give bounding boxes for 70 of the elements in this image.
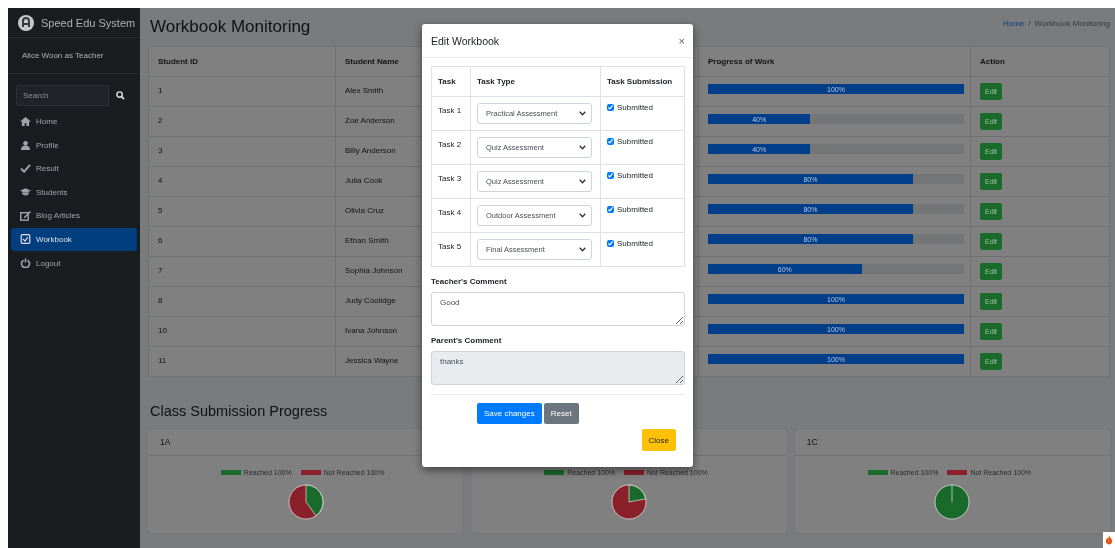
table-cell: Task 3 (432, 165, 471, 198)
nav-item[interactable]: Home (11, 110, 137, 133)
submitted-checkbox[interactable] (607, 206, 614, 213)
column-header: Task Submission (606, 76, 674, 88)
submitted-checkbox[interactable] (607, 172, 614, 179)
table-cell: 7 (149, 257, 336, 286)
save-button[interactable]: Save changes (477, 403, 542, 424)
table-cell: 2 (149, 107, 336, 136)
checkbox-icon (20, 234, 31, 245)
submitted-checkbox[interactable] (607, 240, 614, 247)
logo-icon (18, 14, 34, 31)
home-icon (20, 117, 31, 126)
column-header: Student ID (149, 47, 336, 76)
pie-chart-drawing (934, 484, 971, 520)
submitted-checkbox[interactable] (607, 138, 614, 145)
close-button[interactable]: × (678, 34, 685, 47)
nav-item[interactable]: Logout (11, 251, 137, 275)
chevron-down-icon (579, 247, 586, 252)
column-header: Task (432, 67, 471, 96)
checkbox-label: Submitted (617, 137, 654, 146)
table-cell: 1 (149, 77, 336, 106)
column-header: Task Type (471, 67, 601, 96)
graduation-cap-icon (20, 188, 31, 197)
breadcrumb-separator: / (1028, 18, 1031, 28)
chevron-down-icon (579, 111, 586, 116)
checkbox-label: Submitted (617, 239, 654, 248)
search-icon[interactable] (116, 91, 125, 100)
table-cell: 3 (149, 137, 336, 166)
pie-chart-drawing (611, 484, 647, 520)
dialog-title: Edit Workbook (431, 34, 500, 47)
card-title: 1A (160, 437, 171, 447)
table-cell: 11 (149, 347, 336, 376)
column-header: Progress of Work (699, 47, 971, 76)
table-cell: 8 (149, 287, 336, 316)
brand-name[interactable]: Speed Edu System (41, 16, 136, 29)
table-cell: Task 5 (432, 233, 471, 266)
power-icon (20, 258, 31, 269)
field-label: Teacher's Comment (431, 277, 508, 286)
chevron-down-icon (579, 179, 586, 184)
nav-item[interactable]: Blog Articles (11, 204, 137, 228)
close-button[interactable]: Close (641, 429, 676, 451)
section-title: Class Submission Progress (150, 403, 328, 419)
edit-icon (20, 210, 31, 221)
checkmark-icon (20, 164, 31, 174)
table-cell: Task 2 (432, 131, 471, 164)
table-cell: 6 (149, 227, 336, 256)
chevron-down-icon (579, 213, 586, 218)
nav-item[interactable]: Profile (11, 133, 137, 157)
card-title: 1C (806, 437, 818, 447)
page-title: Workbook Monitoring (150, 17, 311, 37)
nav-item[interactable]: Students (11, 180, 137, 204)
chevron-down-icon (579, 145, 586, 150)
checkbox-label: Submitted (617, 205, 654, 214)
table-cell: 5 (149, 197, 336, 226)
reset-button[interactable]: Reset (543, 403, 579, 424)
column-header: Action (979, 56, 1006, 68)
search-field[interactable]: Search (16, 85, 109, 106)
nav-item[interactable]: Workbook (11, 227, 137, 251)
comment-field[interactable]: Good (431, 292, 685, 326)
table-cell: 4 (149, 167, 336, 196)
table-cell: 10 (149, 317, 336, 346)
user-icon (20, 140, 31, 150)
user-name[interactable]: Alice Woon as Teacher (22, 51, 104, 60)
pie-chart-drawing (287, 484, 324, 520)
table-cell: Task 1 (432, 97, 471, 130)
field-label: Parent's Comment (431, 336, 503, 345)
checkbox-label: Submitted (617, 171, 654, 180)
submitted-checkbox[interactable] (607, 104, 614, 111)
nav-item[interactable]: Result (11, 157, 137, 181)
table-cell: Task 4 (432, 199, 471, 232)
